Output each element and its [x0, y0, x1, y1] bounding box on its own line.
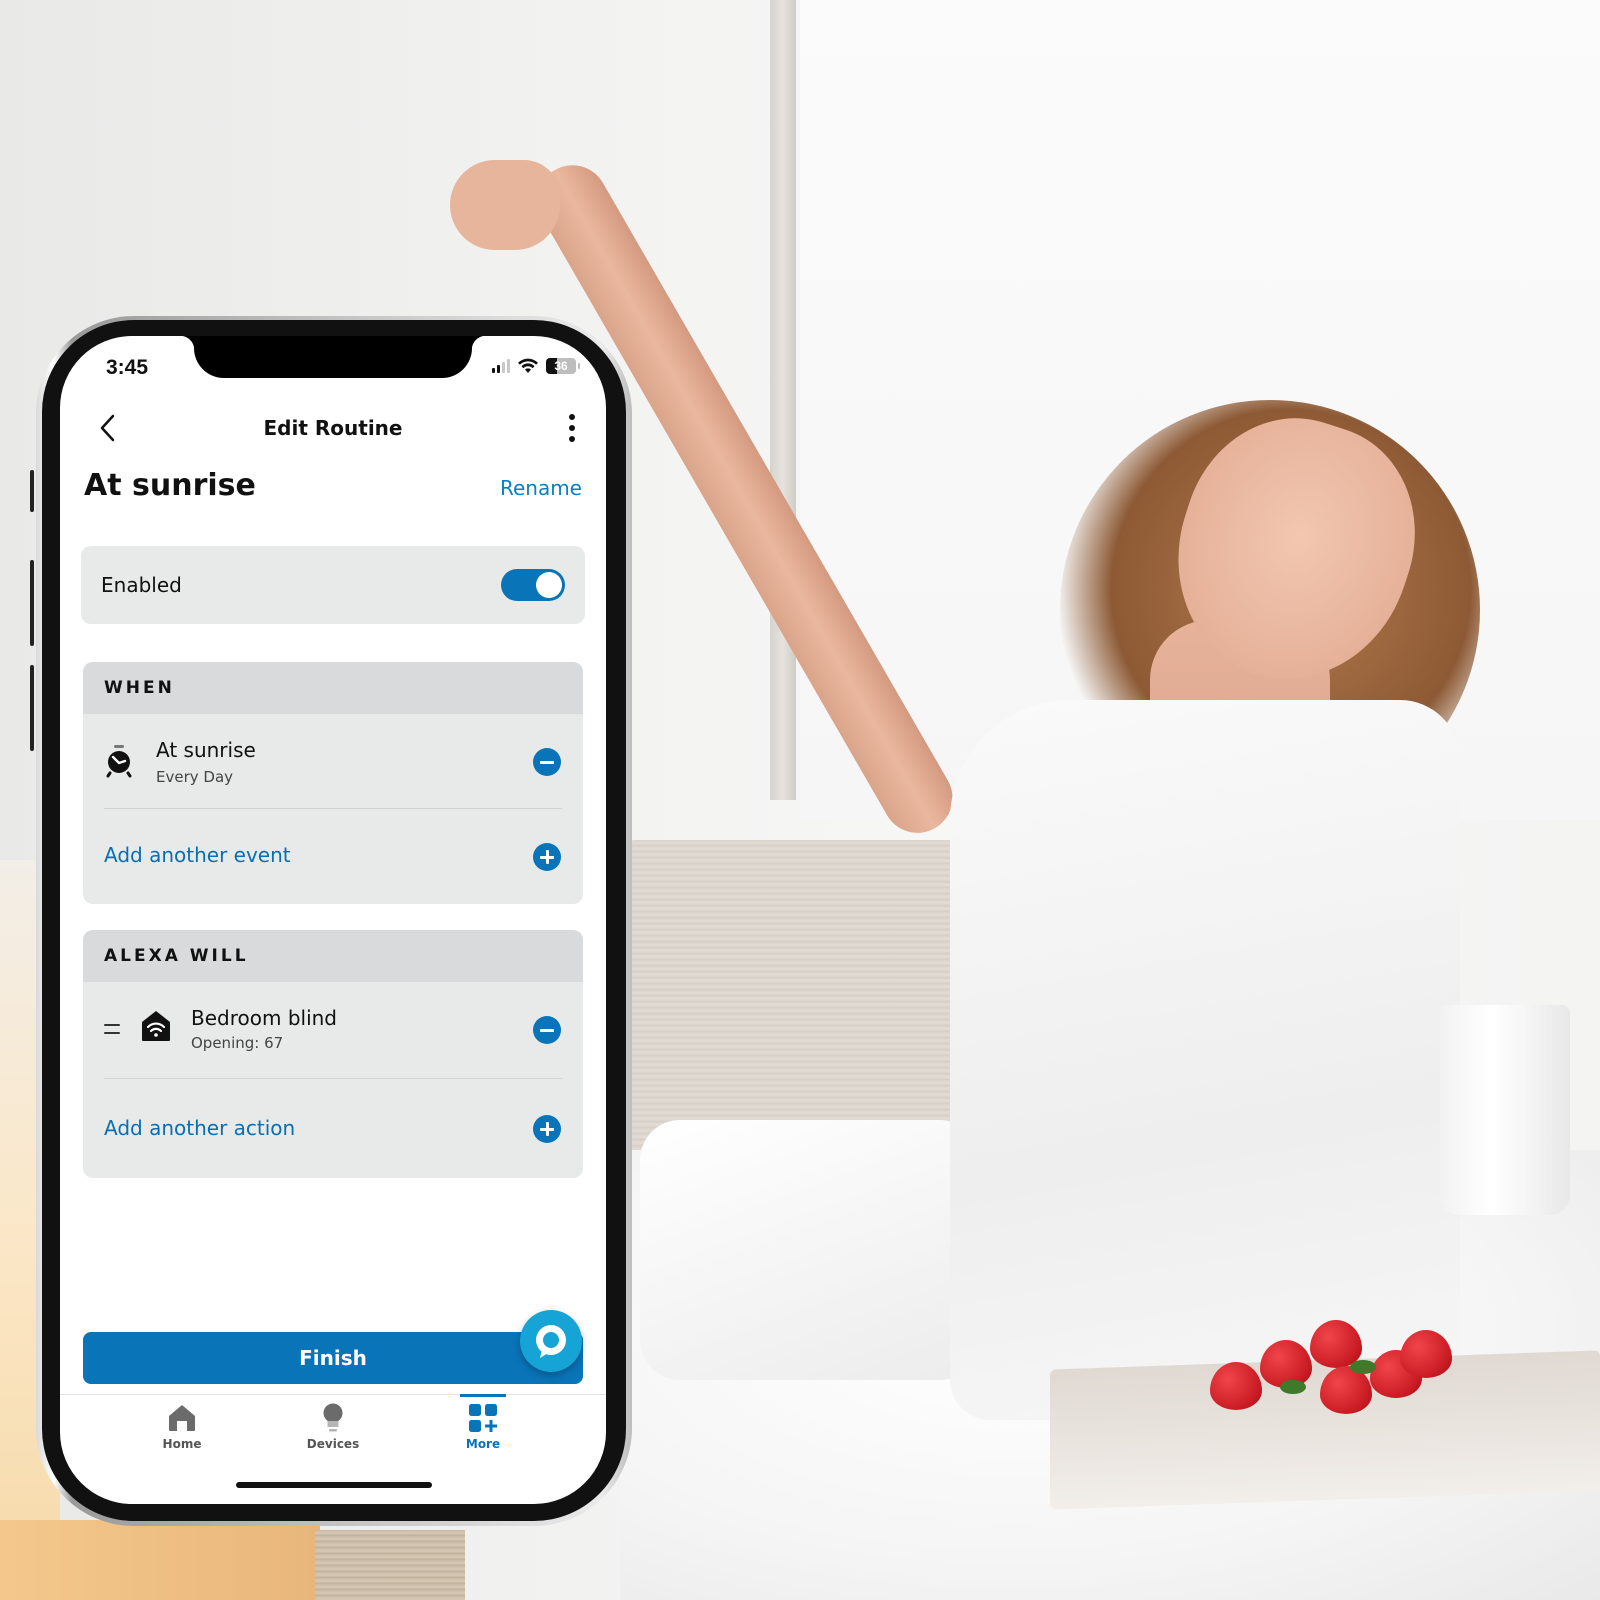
- when-section: WHEN At sunrise Every Day Add another ev…: [83, 662, 583, 904]
- cellular-signal-icon: [492, 359, 510, 373]
- volume-down-button: [30, 665, 34, 751]
- tab-more[interactable]: More: [423, 1394, 543, 1451]
- when-item-title: At sunrise: [156, 738, 256, 762]
- tab-more-label: More: [465, 1437, 501, 1451]
- action-item-subtitle: Opening: 67: [191, 1034, 284, 1052]
- strawberry: [1400, 1330, 1452, 1378]
- more-options-button[interactable]: [558, 410, 586, 446]
- minus-icon: [540, 760, 554, 764]
- add-action-row[interactable]: Add another action: [83, 1078, 583, 1178]
- battery-cap: [578, 363, 580, 369]
- toggle-knob: [536, 572, 562, 598]
- lamp-glow-bottom: [0, 1520, 320, 1600]
- lightbulb-icon: [323, 1403, 343, 1432]
- headboard-fabric: [315, 1530, 465, 1600]
- action-item[interactable]: Bedroom blind Opening: 67: [83, 982, 583, 1078]
- home-icon: [169, 1405, 195, 1431]
- battery-icon: 36: [546, 358, 576, 374]
- action-item-title: Bedroom blind: [191, 1006, 337, 1030]
- white-shirt: [950, 700, 1460, 1420]
- status-time: 3:45: [106, 356, 149, 379]
- alarm-clock-icon: [106, 745, 132, 778]
- battery-level: 36: [554, 359, 568, 373]
- add-action-button[interactable]: [533, 1115, 561, 1143]
- wifi-icon: [518, 358, 538, 373]
- active-tab-indicator: [460, 1394, 506, 1397]
- more-vertical-icon: [569, 414, 575, 420]
- smart-home-icon: [142, 1011, 170, 1041]
- tab-home[interactable]: Home: [122, 1403, 242, 1451]
- add-action-link[interactable]: Add another action: [104, 1116, 295, 1140]
- alexa-icon: [536, 1325, 566, 1358]
- remove-action-button[interactable]: [533, 1016, 561, 1044]
- tab-devices[interactable]: Devices: [273, 1403, 393, 1451]
- alexa-will-header: ALEXA WILL: [83, 930, 583, 982]
- finish-button[interactable]: Finish: [83, 1332, 583, 1384]
- tab-devices-label: Devices: [306, 1437, 360, 1451]
- notch: [180, 336, 486, 378]
- phone-screen: 3:45 36 Edit Routine At sunrise Rename E…: [60, 336, 606, 1504]
- remove-event-button[interactable]: [533, 748, 561, 776]
- mute-switch: [30, 470, 34, 512]
- routine-name: At sunrise: [84, 468, 256, 503]
- enabled-toggle[interactable]: [501, 569, 565, 601]
- add-event-link[interactable]: Add another event: [104, 843, 291, 867]
- when-header: WHEN: [83, 662, 583, 714]
- window-frame: [770, 0, 796, 800]
- volume-up-button: [30, 560, 34, 646]
- when-item-subtitle: Every Day: [156, 768, 234, 786]
- nav-bar: Edit Routine: [60, 406, 606, 450]
- tab-home-label: Home: [162, 1437, 202, 1451]
- page-title: Edit Routine: [263, 416, 403, 440]
- pillow: [640, 1120, 980, 1380]
- strawberry-leaf: [1350, 1360, 1376, 1374]
- add-event-row[interactable]: Add another event: [83, 808, 583, 902]
- enabled-card: Enabled: [81, 546, 585, 624]
- alexa-button[interactable]: [520, 1310, 582, 1372]
- alexa-will-section: ALEXA WILL Bedroom blind Opening: 67 Add…: [83, 930, 583, 1178]
- enabled-label: Enabled: [101, 573, 182, 597]
- when-item[interactable]: At sunrise Every Day: [83, 714, 583, 808]
- status-icons: 36: [492, 358, 580, 374]
- drag-handle-icon[interactable]: [104, 1024, 120, 1034]
- strawberry-leaf: [1280, 1380, 1306, 1394]
- add-event-button[interactable]: [533, 843, 561, 871]
- minus-icon: [540, 1028, 554, 1032]
- coffee-mug: [1440, 1005, 1570, 1215]
- home-indicator: [236, 1482, 432, 1488]
- strawberries: [1210, 1320, 1470, 1420]
- grid-plus-icon: [469, 1404, 497, 1432]
- rename-link[interactable]: Rename: [500, 476, 582, 500]
- strawberry: [1210, 1362, 1262, 1410]
- fist: [450, 160, 560, 250]
